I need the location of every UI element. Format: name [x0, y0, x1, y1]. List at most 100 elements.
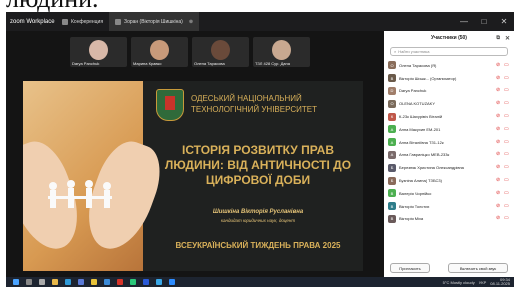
app-logo: zoom Workplace [10, 18, 55, 25]
university-name: ОДЕСЬКИЙ НАЦІОНАЛЬНИЙ ТЕХНОЛОГІЧНИЙ УНІВ… [191, 94, 317, 114]
mic-muted-icon[interactable]: ⊘ [496, 114, 501, 119]
participant-row[interactable]: В Вікторія Толстих ⊘ ▭ [388, 200, 510, 213]
search-icon: ⌕ [394, 49, 397, 54]
taskbar: 5°C Mostly cloudy УКР 09:34 08.11.2025 [6, 277, 514, 287]
participant-row[interactable]: В Вікторія Шишк... (Организатор) ⊘ ▭ [388, 72, 510, 85]
participant-row[interactable]: А Анна Віталіївна ТЗ1-12к ⊘ ▭ [388, 136, 510, 149]
title-bar: zoom Workplace Конференция Зоран (Віктор… [6, 12, 514, 31]
participant-name: Бузніна Алина( ТЗБС3) [399, 178, 442, 184]
meeting-stage: Darya Panchuk Марина Кравко Олена Тарасо… [6, 31, 384, 277]
close-icon[interactable]: ✕ [505, 35, 510, 42]
video-thumbnail[interactable]: Darya Panchuk [70, 37, 127, 67]
video-off-icon[interactable]: ▭ [504, 114, 510, 119]
app-icon[interactable] [130, 279, 136, 285]
edge-icon[interactable] [65, 279, 71, 285]
popout-icon[interactable]: ⧉ [496, 35, 500, 41]
slide-event: ВСЕУКРАЇНСЬКИЙ ТИЖДЕНЬ ПРАВА 2025 [175, 241, 341, 250]
video-off-icon[interactable]: ▭ [504, 62, 510, 68]
mic-muted-icon[interactable]: ⊘ [496, 203, 501, 209]
video-thumbnail[interactable]: Марина Кравко [131, 37, 188, 67]
avatar: Б [388, 176, 396, 185]
avatar: В [388, 189, 396, 198]
explorer-icon[interactable] [52, 279, 58, 285]
participant-row[interactable]: Б Березняк Христина Олександрівна ⊘ ▭ [388, 161, 510, 174]
avatar [272, 40, 291, 60]
word-icon[interactable] [143, 279, 149, 285]
slide-author-role: кандидат юридичних наук, доцент [220, 218, 296, 223]
unmute-button[interactable]: Включить свой звук [448, 263, 508, 273]
video-thumbnail[interactable]: ТЗЛ 428 Сур. Дана [253, 37, 310, 67]
maximize-button[interactable]: □ [474, 12, 494, 31]
mic-muted-icon[interactable]: ⊘ [496, 101, 501, 106]
clock[interactable]: 09:34 08.11.2025 [490, 278, 510, 286]
participant-row[interactable]: Б Бузніна Алина( ТЗБС3) ⊘ ▭ [388, 174, 510, 187]
mic-muted-icon[interactable]: ⊘ [496, 152, 501, 157]
mic-muted-icon[interactable]: ⊘ [496, 165, 501, 170]
tab-label: Конференция [71, 18, 104, 25]
mic-muted-icon[interactable]: ⊘ [496, 126, 501, 132]
opera-icon[interactable] [117, 279, 123, 285]
page-caption: людини. [0, 0, 520, 12]
participants-panel: Участники (50) ⧉ ✕ ⌕ Найти участника О Ол… [384, 31, 514, 277]
chrome-icon[interactable] [91, 279, 97, 285]
slide-title: ІСТОРІЯ РОЗВИТКУ ПРАВ ЛЮДИНИ: ВІД АНТИЧН… [164, 143, 352, 187]
mic-muted-icon[interactable]: ⊘ [496, 88, 501, 93]
participant-row[interactable]: D Darya Panchuk ⊘ ▭ [388, 85, 510, 98]
participant-row[interactable]: В Валерія Чорнійко ⊘ ▭ [388, 187, 510, 200]
video-off-icon[interactable]: ▭ [504, 152, 510, 157]
mic-muted-icon[interactable]: ⊘ [496, 75, 501, 81]
participant-row[interactable]: O OLENA KOTUZAKY ⊘ ▭ [388, 97, 510, 110]
avatar: Б [388, 163, 396, 172]
participant-name: Олена Тарасова [194, 61, 225, 66]
video-off-icon[interactable]: ▭ [504, 216, 510, 221]
video-off-icon[interactable]: ▭ [504, 88, 510, 93]
participant-name: Валерія Чорнійко [399, 190, 432, 196]
participant-name: Анна Гавриліцко МЕВ-233к [399, 152, 450, 158]
shared-slide: ОДЕСЬКИЙ НАЦІОНАЛЬНИЙ ТЕХНОЛОГІЧНИЙ УНІВ… [23, 81, 363, 271]
clock-date: 08.11.2025 [490, 281, 510, 286]
search-input[interactable]: ⌕ Найти участника [390, 47, 508, 56]
video-off-icon[interactable]: ▭ [504, 139, 510, 145]
video-off-icon[interactable]: ▭ [504, 75, 510, 81]
mic-muted-icon[interactable]: ⊘ [496, 178, 501, 183]
video-off-icon[interactable]: ▭ [504, 178, 510, 183]
mic-muted-icon[interactable]: ⊘ [496, 139, 501, 145]
participant-row[interactable]: О Олена Тарасова (Я) ⊘ ▭ [388, 59, 510, 72]
language-indicator[interactable]: УКР [479, 280, 487, 285]
tab-screen-share[interactable]: Зоран (Вікторія Шишкіна) ⊗ [109, 12, 200, 31]
slide-author: Шишкіна Вікторія Русланівна [212, 209, 304, 215]
video-off-icon[interactable]: ▭ [504, 190, 510, 196]
video-thumbnail[interactable]: Олена Тарасова [192, 37, 249, 67]
video-thumbnails: Darya Panchuk Марина Кравко Олена Тарасо… [70, 37, 310, 67]
weather-status[interactable]: 5°C Mostly cloudy [443, 280, 475, 285]
taskview-icon[interactable] [39, 279, 45, 285]
video-off-icon[interactable]: ▭ [504, 203, 510, 209]
mic-muted-icon[interactable]: ⊘ [496, 62, 501, 68]
avatar: О [388, 61, 396, 70]
participant-row[interactable]: К К-23к Шахурівіч Віталій ⊘ ▭ [388, 110, 510, 123]
mail-icon[interactable] [104, 279, 110, 285]
search-icon[interactable] [26, 279, 32, 285]
store-icon[interactable] [78, 279, 84, 285]
avatar: D [388, 86, 396, 95]
participant-name: Вікторія Шишк... (Организатор) [399, 75, 457, 81]
participant-row[interactable]: В Вікторія Міха ⊘ ▭ [388, 213, 510, 226]
mic-muted-icon[interactable]: ⊘ [496, 190, 501, 196]
video-off-icon[interactable]: ▭ [504, 101, 510, 106]
home-icon [62, 18, 68, 25]
zoom-icon[interactable] [169, 279, 175, 285]
participant-row[interactable]: А Анна Макухин ЕМ-201 ⊘ ▭ [388, 123, 510, 136]
telegram-icon[interactable] [156, 279, 162, 285]
invite-button[interactable]: Пригласить [390, 263, 430, 273]
participant-name: OLENA KOTUZAKY [399, 101, 436, 107]
close-button[interactable]: ✕ [494, 12, 514, 31]
minimize-button[interactable]: — [454, 12, 474, 31]
video-off-icon[interactable]: ▭ [504, 165, 510, 170]
tab-conference[interactable]: Конференция [56, 12, 109, 31]
mic-muted-icon[interactable]: ⊘ [496, 216, 501, 221]
avatar: А [388, 125, 396, 134]
tab-close-icon[interactable]: ⊗ [189, 19, 193, 25]
windows-start-icon[interactable] [13, 279, 19, 285]
video-off-icon[interactable]: ▭ [504, 126, 510, 132]
participant-row[interactable]: А Анна Гавриліцко МЕВ-233к ⊘ ▭ [388, 149, 510, 162]
